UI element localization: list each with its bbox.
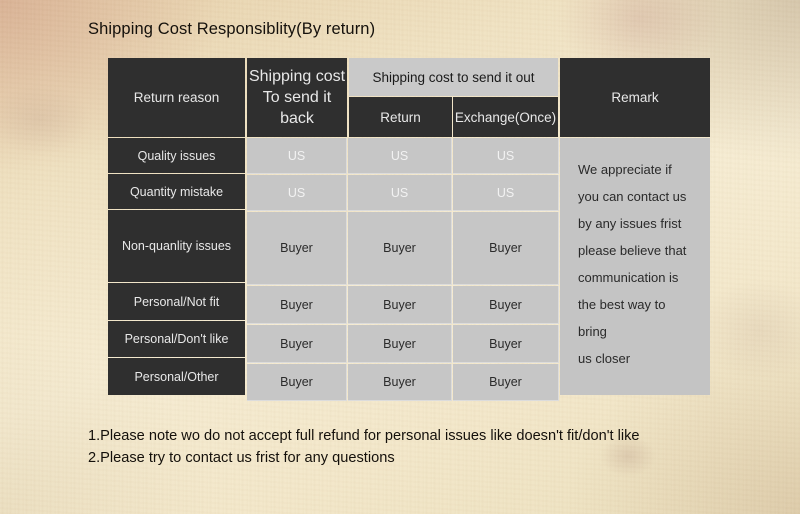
header-return-reason: Return reason bbox=[108, 58, 245, 137]
shipping-cost-responsibility-table: Return reason Shipping cost To send it b… bbox=[108, 58, 710, 401]
cell-non-quality-issues-exchange: Buyer bbox=[453, 212, 559, 285]
cell-quality-issues-exchange: US bbox=[453, 138, 559, 174]
footer-note-2: 2.Please try to contact us frist for any… bbox=[88, 450, 395, 466]
header-remark: Remark bbox=[560, 58, 710, 137]
row-label-personal-other: Personal/Other bbox=[108, 358, 245, 395]
cell-personal-other-send-back: Buyer bbox=[247, 364, 347, 401]
header-send-out-return: Return bbox=[349, 97, 452, 137]
remark-body: We appreciate if you can contact us by a… bbox=[560, 138, 710, 395]
page-title: Shipping Cost Responsiblity(By return) bbox=[88, 20, 376, 38]
header-shipping-cost-send-back: Shipping cost To send it back bbox=[247, 58, 347, 137]
cell-non-quality-issues-return: Buyer bbox=[348, 212, 452, 285]
cell-personal-dont-like-exchange: Buyer bbox=[453, 325, 559, 363]
cell-personal-dont-like-return: Buyer bbox=[348, 325, 452, 363]
cell-quantity-mistake-exchange: US bbox=[453, 175, 559, 211]
remark-line: us closer bbox=[578, 351, 631, 366]
row-label-quantity-mistake: Quantity mistake bbox=[108, 174, 245, 209]
cell-quantity-mistake-return: US bbox=[348, 175, 452, 211]
remark-line: please believe that bbox=[578, 243, 687, 258]
row-label-quality-issues: Quality issues bbox=[108, 138, 245, 173]
cell-personal-other-return: Buyer bbox=[348, 364, 452, 401]
cell-quality-issues-return: US bbox=[348, 138, 452, 174]
row-label-non-quality-issues: Non-quanlity issues bbox=[108, 210, 245, 282]
footer-note-1: 1.Please note wo do not accept full refu… bbox=[88, 428, 640, 444]
remark-line: the best way to bring bbox=[578, 297, 666, 339]
cell-personal-not-fit-send-back: Buyer bbox=[247, 286, 347, 324]
cell-personal-dont-like-send-back: Buyer bbox=[247, 325, 347, 363]
cell-personal-not-fit-return: Buyer bbox=[348, 286, 452, 324]
cell-quantity-mistake-send-back: US bbox=[247, 175, 347, 211]
row-label-personal-not-fit: Personal/Not fit bbox=[108, 283, 245, 320]
row-label-personal-dont-like: Personal/Don't like bbox=[108, 321, 245, 357]
remark-line: you can contact us bbox=[578, 189, 687, 204]
header-send-back-line2: To send it back bbox=[262, 89, 332, 127]
header-send-back-line1: Shipping cost bbox=[248, 68, 346, 85]
header-shipping-cost-send-out-group: Shipping cost to send it out bbox=[349, 58, 558, 96]
cell-personal-not-fit-exchange: Buyer bbox=[453, 286, 559, 324]
remark-line: communication is bbox=[578, 270, 679, 285]
cell-quality-issues-send-back: US bbox=[247, 138, 347, 174]
remark-line: We appreciate if bbox=[578, 162, 672, 177]
cell-non-quality-issues-send-back: Buyer bbox=[247, 212, 347, 285]
footer-notes: 1.Please note wo do not accept full refu… bbox=[88, 425, 640, 469]
remark-line: by any issues frist bbox=[578, 216, 682, 231]
header-send-out-exchange: Exchange(Once) bbox=[453, 97, 558, 137]
cell-personal-other-exchange: Buyer bbox=[453, 364, 559, 401]
